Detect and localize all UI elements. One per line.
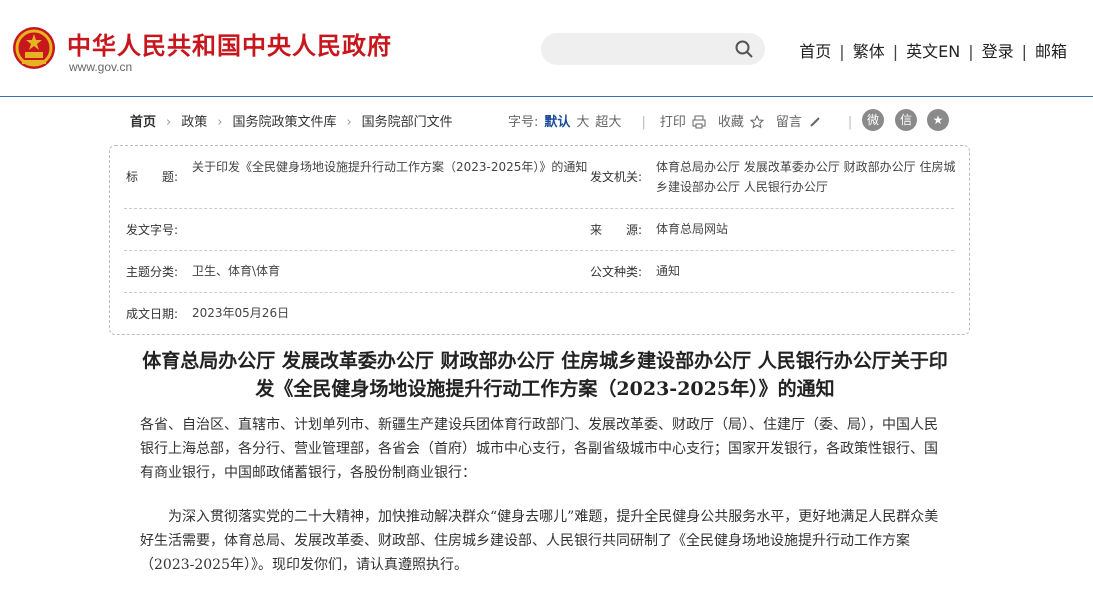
print-button[interactable]: 打印 (660, 115, 686, 130)
issuer-value: 体育总局办公厅 发展改革委办公厅 财政部办公厅 住房城乡建设部办公厅 人民银行办… (656, 160, 956, 194)
source-value: 体育总局网站 (656, 222, 729, 236)
nav-divider: | (1021, 42, 1027, 61)
font-size-label: 字号: (508, 115, 539, 130)
search-input[interactable] (555, 39, 729, 61)
article-title: 体育总局办公厅 发展改革委办公厅 财政部办公厅 住房城乡建设部办公厅 人民银行办… (142, 350, 948, 400)
breadcrumb: 首页 › 政策 › 国务院政策文件库 › 国务院部门文件 (130, 111, 453, 130)
nav-login[interactable]: 登录 (982, 42, 1014, 61)
national-emblem-icon[interactable] (12, 26, 56, 70)
category-value: 卫生、体育\体育 (192, 264, 281, 278)
meta-row: 标 题: 关于印发《全民健身场地设施提升行动工作方案（2023-2025年）》的… (124, 146, 956, 209)
issuer-label: 发文机关: (590, 170, 643, 184)
chevron-right-icon: › (217, 115, 223, 130)
site-title[interactable]: 中华人民共和国中央人民政府 (67, 26, 392, 61)
search-box (541, 33, 765, 65)
weibo-icon[interactable]: 微 (862, 109, 884, 131)
printer-icon[interactable] (692, 115, 706, 129)
nav-divider: | (839, 42, 845, 61)
font-size-xlarge[interactable]: 超大 (595, 115, 621, 130)
article-salutation: 各省、自治区、直辖市、计划单列市、新疆生产建设兵团体育行政部门、发展改革委、财政… (140, 417, 938, 481)
breadcrumb-department-docs[interactable]: 国务院部门文件 (362, 115, 453, 130)
meta-row: 主题分类: 卫生、体育\体育 公文种类: 通知 (124, 251, 954, 293)
category-label: 主题分类: (126, 265, 179, 279)
tools-divider: | (641, 115, 646, 130)
site-url: www.gov.cn (69, 60, 133, 74)
breadcrumb-home[interactable]: 首页 (130, 115, 156, 130)
chevron-right-icon: › (166, 115, 172, 130)
star-icon[interactable] (749, 115, 764, 129)
nav-divider: | (968, 42, 974, 61)
nav-mail[interactable]: 邮箱 (1035, 42, 1067, 61)
title-label: 标 题: (126, 170, 179, 184)
nav-home[interactable]: 首页 (799, 42, 831, 61)
comment-button[interactable]: 留言 (776, 115, 802, 130)
search-icon[interactable] (735, 40, 753, 58)
date-value: 2023年05月26日 (192, 306, 290, 320)
source-label: 来 源: (590, 223, 643, 237)
meta-row: 成文日期: 2023年05月26日 (124, 293, 954, 334)
nav-traditional[interactable]: 繁体 (853, 42, 885, 61)
article-tools: 字号: 默认大超大 | 打印 收藏 留言 | (508, 111, 866, 130)
meta-row: 发文字号: 来 源: 体育总局网站 (124, 209, 954, 251)
breadcrumb-policy-library[interactable]: 国务院政策文件库 (232, 115, 336, 130)
type-value: 通知 (656, 264, 681, 278)
font-size-large[interactable]: 大 (576, 115, 589, 130)
document-metadata: 标 题: 关于印发《全民健身场地设施提升行动工作方案（2023-2025年）》的… (109, 145, 970, 335)
date-label: 成文日期: (126, 307, 179, 321)
wechat-icon[interactable]: 信 (895, 109, 917, 131)
favorite-button[interactable]: 收藏 (718, 115, 744, 130)
docno-label: 发文字号: (126, 223, 179, 237)
article-body: 为深入贯彻落实党的二十大精神，加快推动解决群众“健身去哪儿”难题，提升全民健身公… (140, 509, 939, 573)
breadcrumb-policy[interactable]: 政策 (181, 115, 207, 130)
qzone-icon[interactable]: ★ (927, 109, 949, 131)
title-value: 关于印发《全民健身场地设施提升行动工作方案（2023-2025年）》的通知 (192, 160, 588, 174)
pencil-icon[interactable] (808, 115, 822, 129)
nav-divider: | (892, 42, 899, 61)
font-size-default[interactable]: 默认 (544, 115, 570, 130)
chevron-right-icon: › (346, 115, 352, 130)
top-nav: 首页 | 繁体 | 英文EN | 登录 | 邮箱 (799, 38, 1067, 62)
nav-english[interactable]: 英文EN (906, 42, 960, 61)
type-label: 公文种类: (590, 265, 643, 279)
site-header: 中华人民共和国中央人民政府 www.gov.cn 首页 | 繁体 | 英文EN | 登录 | 邮… (0, 0, 1093, 97)
tools-divider: | (847, 115, 853, 130)
